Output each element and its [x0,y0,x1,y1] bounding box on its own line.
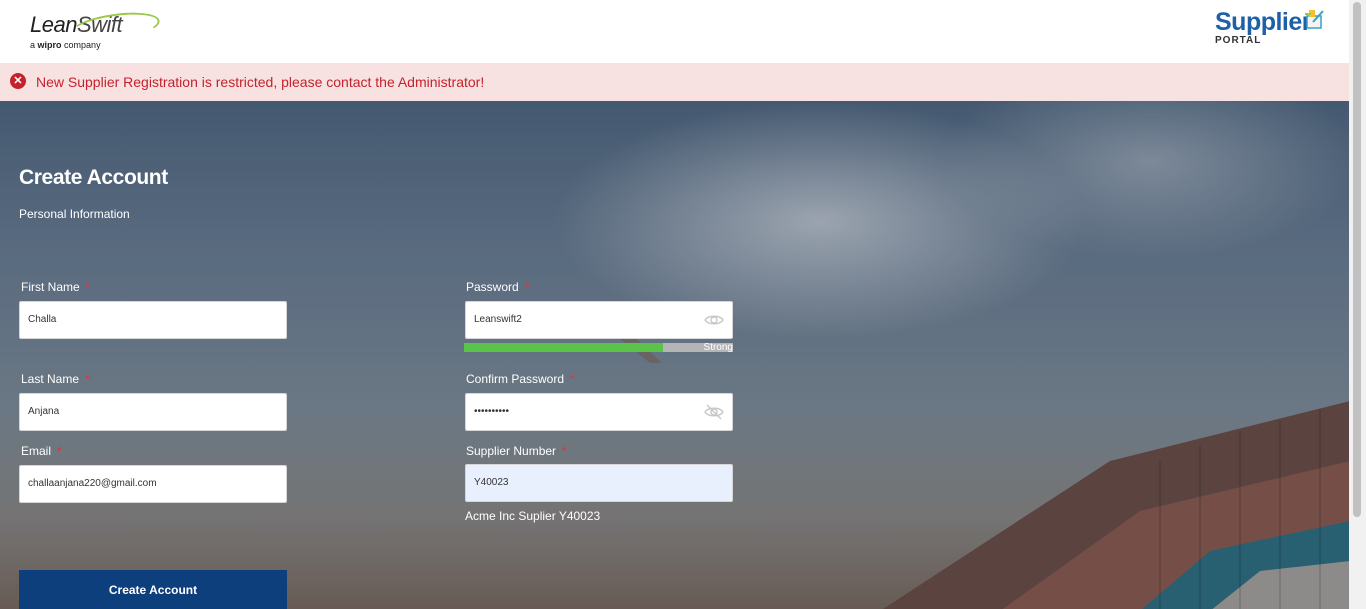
page-title: Create Account [19,166,168,189]
alert-message: New Supplier Registration is restricted,… [36,74,485,90]
supplier-number-field[interactable] [465,464,733,502]
eye-slash-icon[interactable] [704,404,724,420]
supplier-number-label: Supplier Number * [466,444,567,458]
leanswift-wordmark: LeanSwift [30,7,162,47]
first-name-label: First Name * [21,280,91,294]
page-scrollbar[interactable] [1349,0,1366,609]
leanswift-logo[interactable]: LeanSwift a wipro company [30,7,162,50]
hero-background [0,101,1349,609]
email-field[interactable] [19,465,287,503]
last-name-label: Last Name * [21,372,90,386]
supplier-name-text: Acme Inc Suplier Y40023 [465,509,601,523]
password-strength-meter: Strong [464,342,733,353]
supplier-wordmark: Supplier [1215,8,1312,36]
supplier-number-input[interactable] [474,477,694,488]
last-name-field[interactable] [19,393,287,431]
scrollbar-thumb[interactable] [1353,2,1361,517]
supplier-portal-logo[interactable]: Supplier PORTAL [1215,8,1324,46]
section-heading: Personal Information [19,207,130,221]
create-account-button[interactable]: Create Account [19,570,287,609]
password-input[interactable] [474,314,694,325]
password-field[interactable] [465,301,733,339]
confirm-password-input[interactable] [474,406,694,417]
registration-restricted-alert: ✕ New Supplier Registration is restricte… [0,63,1349,102]
first-name-field[interactable] [19,301,287,339]
password-strength-label: Strong [703,342,733,353]
confirm-password-field[interactable] [465,393,733,431]
last-name-input[interactable] [28,406,248,417]
wipro-tagline: a wipro company [30,40,101,50]
error-circle-icon: ✕ [10,73,26,89]
email-input[interactable] [28,478,248,489]
email-label: Email * [21,444,62,458]
password-label: Password * [466,280,530,294]
confirm-password-label: Confirm Password * [466,372,575,386]
first-name-input[interactable] [28,314,248,325]
portal-box-icon [1305,10,1324,29]
eye-icon[interactable] [704,312,724,328]
password-strength-fill [464,343,664,352]
top-header: LeanSwift a wipro company Supplier PORTA… [0,0,1349,63]
